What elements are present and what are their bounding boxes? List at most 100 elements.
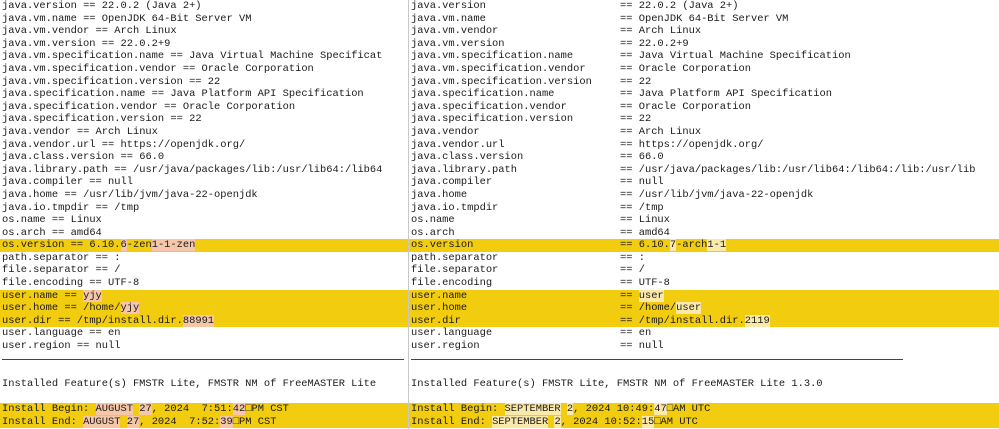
property-value: Arch Linux [114,25,177,38]
property-key: user.language [411,327,493,340]
property-key: file.encoding [2,277,90,290]
property-key: java.home [2,188,65,201]
property-value: https://openjdk.org/ [638,138,764,151]
property-key: java.specification.version [2,113,171,126]
property-line: java.io.tmpdir == /tmp [409,202,999,215]
diff-highlight: SEPTEMBER [492,415,549,428]
property-line: user.home == /home/user [409,302,999,315]
install-text: AM UTC [672,403,711,415]
right-pane[interactable]: java.version == 22.0.2 (Java 2+) java.vm.n… [409,0,999,429]
property-value: 22 [638,75,652,88]
separator: == [51,226,71,239]
property-key: java.version [2,0,84,12]
install-text: , 2024 7:51: [151,403,233,415]
property-line: path.separator == : [0,252,408,265]
diff-highlight: yjy [120,302,140,315]
property-line: java.vm.specification.name == Java Virtua… [409,50,999,63]
property-value: Oracle Corporation [638,100,751,113]
property-value: 22.0.2+9 [638,37,689,50]
property-value: Arch Linux [638,125,702,138]
property-value: Java Platform API Specification [638,88,833,101]
install-text [120,416,126,428]
property-value: / [114,264,121,277]
separator: == [170,50,190,63]
property-line: java.specification.name == Java Platform… [0,88,408,101]
property-value: /tmp [638,201,664,214]
diff-highlight: AUGUST [83,415,121,428]
property-line: java.vm.vendor == Arch Linux [0,25,408,38]
separator: == [101,138,121,151]
property-line: user.language == en [409,327,999,340]
property-key: java.vm.specification.vendor [2,62,183,75]
diff-highlight: AUGUST [95,403,133,415]
property-key: java.vm.name [411,12,486,25]
property-value: amd64 [70,226,102,239]
property-line: java.vm.specification.version == 22 [409,76,999,89]
property-value: 22.0.2+9 [120,37,171,50]
property-value: 22 [189,113,202,126]
install-begin-line: Install Begin: SEPTEMBER 2, 2024 10:49:4… [409,403,999,416]
property-line: user.name == yjy [0,289,408,303]
install-label: Install End: [411,415,493,428]
separator: == [101,37,121,50]
separator: == [620,151,639,164]
install-text: , 2024 7:52: [139,415,221,428]
property-line: user.dir == /tmp/install.dir.88991 [0,314,408,328]
property-key: java.vm.vendor [411,25,499,38]
property-key: java.vendor.url [411,138,505,151]
diff-highlight: 47 [654,403,667,415]
property-line: java.vm.name == OpenJDK 64-Bit Server VM [409,13,999,26]
separator: == [89,176,109,189]
property-key: java.specification.vendor [411,100,567,113]
property-value: /tmp [114,201,140,214]
left-pane[interactable]: java.version == 22.0.2 (Java 2+) java.vm.… [0,0,409,429]
property-key: java.specification.name [411,88,555,101]
separator: == [620,125,639,138]
install-label: Install Begin: [2,403,96,415]
separator: == [620,289,639,302]
diff-highlight: 88991 [182,314,215,327]
property-value: /tmp/install.dir. [638,314,745,327]
diff-highlight: 39 [220,415,233,428]
property-line: file.separator == / [0,264,408,277]
property-key: java.vm.specification.name [411,50,574,63]
separator: == [64,302,84,315]
property-key: java.vm.specification.vendor [411,62,586,75]
property-line: user.language == en [0,327,408,340]
property-key: user.name [2,289,65,302]
separator: == [95,251,115,264]
separator: == [76,340,96,353]
separator: == [620,163,639,176]
property-key: user.dir [411,314,461,327]
install-text: PM CST [251,403,289,415]
separator: == [620,25,639,38]
diff-highlight: 2119 [744,314,770,327]
install-text: , 2024 10:52: [560,415,642,428]
property-line: file.separator == / [409,264,999,277]
separator: == [114,163,133,176]
property-key: java.version [411,0,486,12]
property-line: file.encoding == UTF-8 [409,277,999,290]
property-key: user.name [411,289,468,302]
separator: == [620,176,639,189]
separator: == [620,201,639,214]
diff-viewer: java.version == 22.0.2 (Java 2+) java.vm.… [0,0,999,429]
separator: == [95,201,115,214]
property-line: java.io.tmpdir == /tmp [0,202,408,215]
property-value: UTF-8 [108,277,140,290]
property-line: java.vm.specification.vendor == Oracle Co… [409,63,999,76]
property-line: java.vm.specification.name == Java Virtu… [0,50,408,63]
separator: == [170,113,190,126]
property-value: en [108,327,121,340]
property-value: /tmp/install.dir. [76,314,183,327]
property-key: java.vendor [2,125,77,138]
property-key: java.io.tmpdir [411,201,499,214]
diff-highlight: 27 [126,415,140,428]
property-line: java.class.version == 66.0 [409,151,999,164]
separator: == [620,188,639,201]
property-value: Java Platform API Specification [170,88,364,101]
property-key: java.io.tmpdir [2,201,96,214]
property-line: user.region == null [409,340,999,353]
property-line: user.region == null [0,340,408,353]
